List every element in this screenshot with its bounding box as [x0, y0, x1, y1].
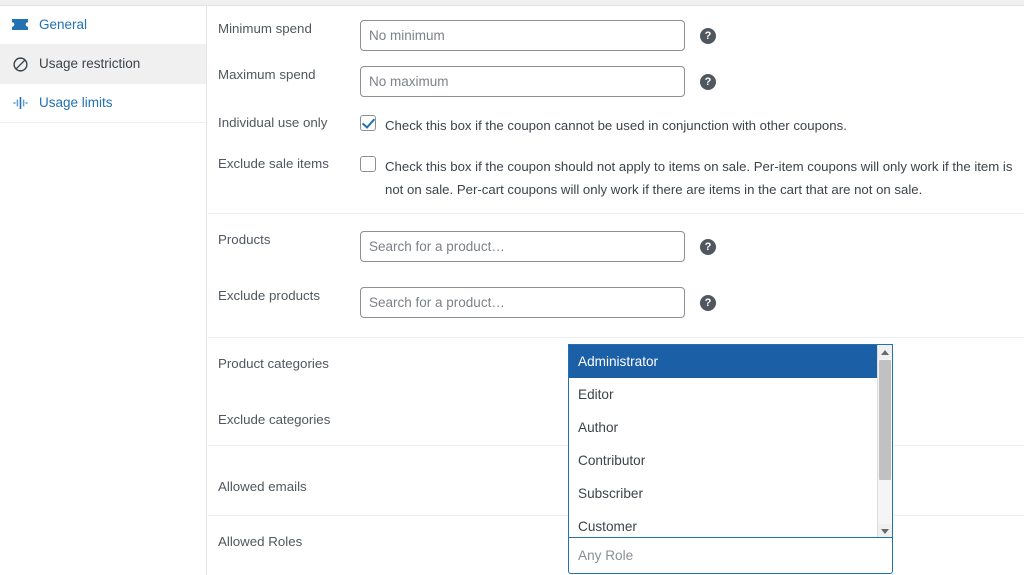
label-maximum-spend: Maximum spend — [208, 66, 360, 85]
limits-icon — [9, 94, 31, 112]
chevron-down-icon — [881, 529, 889, 534]
help-icon-maximum-spend[interactable]: ? — [700, 74, 716, 90]
help-icon-minimum-spend[interactable]: ? — [700, 28, 716, 44]
field-row-products: Products ? — [208, 231, 1024, 262]
sidebar-item-label: Usage restriction — [39, 57, 140, 71]
no-entry-icon — [9, 55, 31, 73]
scrollbar-thumb[interactable] — [879, 360, 891, 480]
minimum-spend-input[interactable] — [360, 20, 685, 51]
individual-use-only-description: Check this box if the coupon cannot be u… — [385, 114, 847, 137]
page-root: General Usage restriction — [0, 0, 1024, 575]
sidebar-item-usage-restriction[interactable]: Usage restriction — [0, 45, 206, 84]
allowed-roles-dropdown: Administrator Editor Author Contributor … — [568, 344, 893, 574]
sidebar-item-usage-limits[interactable]: Usage limits — [0, 84, 206, 123]
scroll-down-button[interactable] — [878, 524, 892, 537]
sidebar-item-label: General — [39, 18, 87, 32]
chevron-up-icon — [881, 350, 889, 355]
field-row-maximum-spend: Maximum spend ? — [208, 66, 1024, 97]
field-row-minimum-spend: Minimum spend ? — [208, 20, 1024, 51]
allowed-roles-input[interactable] — [568, 537, 893, 574]
dropdown-option[interactable]: Administrator — [569, 345, 892, 378]
label-individual-use-only: Individual use only — [208, 114, 360, 133]
exclude-sale-items-checkbox[interactable] — [360, 156, 376, 172]
row-separator — [208, 213, 1024, 214]
usage-restriction-panel: Minimum spend ? Maximum spend ? Individu… — [208, 6, 1024, 575]
individual-use-only-checkbox[interactable] — [360, 115, 376, 131]
label-exclude-products: Exclude products — [208, 287, 360, 306]
field-row-exclude-sale-items: Exclude sale items Check this box if the… — [208, 155, 1024, 201]
field-row-exclude-products: Exclude products ? — [208, 287, 1024, 318]
dropdown-scrollbar[interactable] — [877, 345, 892, 537]
scroll-up-button[interactable] — [878, 345, 892, 359]
coupon-data-sidebar: General Usage restriction — [0, 6, 207, 575]
sidebar-item-label: Usage limits — [39, 96, 113, 110]
maximum-spend-input[interactable] — [360, 66, 685, 97]
help-icon-exclude-products[interactable]: ? — [700, 295, 716, 311]
dropdown-option[interactable]: Author — [569, 411, 892, 444]
dropdown-option[interactable]: Contributor — [569, 444, 892, 477]
dropdown-option[interactable]: Editor — [569, 378, 892, 411]
label-products: Products — [208, 231, 360, 250]
exclude-products-search-input[interactable] — [360, 287, 685, 318]
allowed-roles-option-list[interactable]: Administrator Editor Author Contributor … — [568, 344, 893, 537]
exclude-sale-items-description: Check this box if the coupon should not … — [385, 155, 1024, 201]
ticket-icon — [9, 16, 31, 34]
label-product-categories: Product categories — [208, 355, 360, 374]
row-separator — [208, 337, 1024, 338]
help-icon-products[interactable]: ? — [700, 239, 716, 255]
label-exclude-sale-items: Exclude sale items — [208, 155, 360, 174]
field-row-individual-use-only: Individual use only Check this box if th… — [208, 114, 1024, 137]
label-allowed-emails: Allowed emails — [208, 478, 360, 497]
products-search-input[interactable] — [360, 231, 685, 262]
label-minimum-spend: Minimum spend — [208, 20, 360, 39]
dropdown-option[interactable]: Subscriber — [569, 477, 892, 510]
label-allowed-roles: Allowed Roles — [208, 533, 360, 552]
sidebar-item-general[interactable]: General — [0, 6, 206, 45]
dropdown-option[interactable]: Customer — [569, 510, 892, 537]
label-exclude-categories: Exclude categories — [208, 411, 360, 430]
